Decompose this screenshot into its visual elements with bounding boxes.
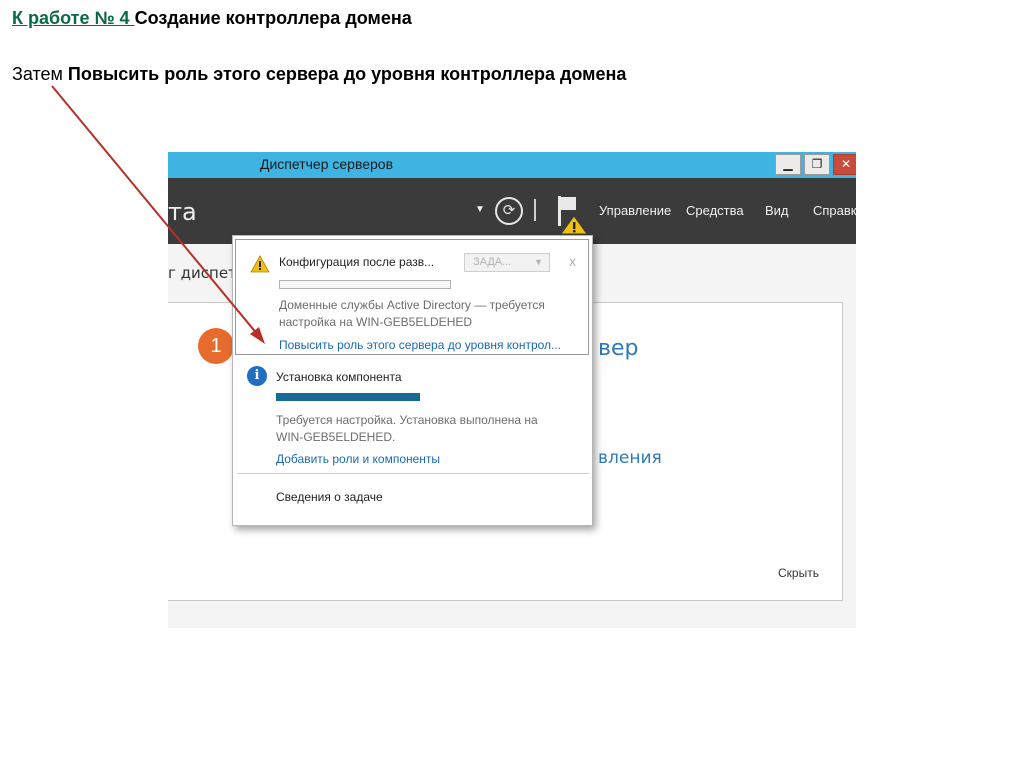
panel-heading-fragment: вер (598, 336, 639, 361)
hide-link[interactable]: Скрыть (778, 566, 819, 580)
slide-heading: К работе № 4 Создание контроллера домена (12, 8, 412, 29)
notifications-flag-icon[interactable] (556, 194, 592, 236)
tasks-dropdown[interactable]: ЗАДА... ▼ (464, 253, 550, 272)
feature-install-desc-1: Требуется настройка. Установка выполнена… (276, 413, 538, 427)
post-deploy-desc-1: Доменные службы Active Directory — требу… (279, 298, 545, 312)
menu-manage[interactable]: Управление (599, 203, 671, 218)
notification-post-deploy: Конфигурация после разв... ЗАДА... ▼ x Д… (235, 239, 589, 355)
tasks-dropdown-label: ЗАДА... (473, 256, 512, 268)
page-title-fragment: та (168, 198, 197, 226)
instruction-line: Затем Повысить роль этого сервера до уро… (12, 64, 626, 85)
info-icon: i (247, 366, 267, 386)
task-details-link[interactable]: Сведения о задаче (276, 490, 383, 504)
close-icon[interactable]: x (569, 253, 576, 269)
feature-install-title: Установка компонента (276, 370, 402, 384)
warning-icon (560, 215, 588, 235)
promote-dc-link[interactable]: Повысить роль этого сервера до уровня ко… (279, 338, 561, 352)
post-deploy-progress (279, 280, 451, 289)
menu-tools[interactable]: Средства (686, 203, 744, 218)
add-roles-link[interactable]: Добавить роли и компоненты (276, 452, 440, 466)
notifications-popup: Конфигурация после разв... ЗАДА... ▼ x Д… (232, 235, 593, 526)
instruction-bold: Повысить роль этого сервера до уровня ко… (67, 64, 627, 84)
window-title-bar: Диспетчер серверов ▁ ❐ ✕ (168, 152, 856, 178)
dropdown-caret-icon[interactable]: ▼ (475, 204, 485, 215)
toolbar-separator (534, 199, 536, 221)
window-title: Диспетчер серверов (260, 156, 394, 172)
close-button[interactable]: ✕ (833, 154, 856, 175)
server-manager-screenshot: Диспетчер серверов ▁ ❐ ✕ та ▼ ⟳ Управлен… (168, 152, 856, 628)
heading-text: Создание контроллера домена (134, 8, 412, 28)
post-deploy-title: Конфигурация после разв... (279, 255, 435, 269)
popup-divider (237, 473, 589, 474)
step-badge: 1 (198, 328, 234, 364)
chevron-down-icon: ▼ (534, 257, 543, 267)
warning-icon (250, 255, 270, 273)
post-deploy-desc-2: настройка на WIN-GEB5ELDEHED (279, 315, 473, 329)
lab-link[interactable]: К работе № 4 (12, 8, 135, 28)
restore-button[interactable]: ❐ (804, 154, 830, 175)
refresh-icon[interactable]: ⟳ (495, 197, 523, 225)
menu-help[interactable]: Справк (813, 203, 856, 218)
panel-link-fragment[interactable]: вления (598, 448, 662, 468)
minimize-button[interactable]: ▁ (775, 154, 801, 175)
menu-view[interactable]: Вид (765, 203, 789, 218)
instruction-prefix: Затем (12, 64, 68, 84)
feature-install-progress (276, 393, 420, 401)
feature-install-desc-2: WIN-GEB5ELDEHED. (276, 430, 396, 444)
